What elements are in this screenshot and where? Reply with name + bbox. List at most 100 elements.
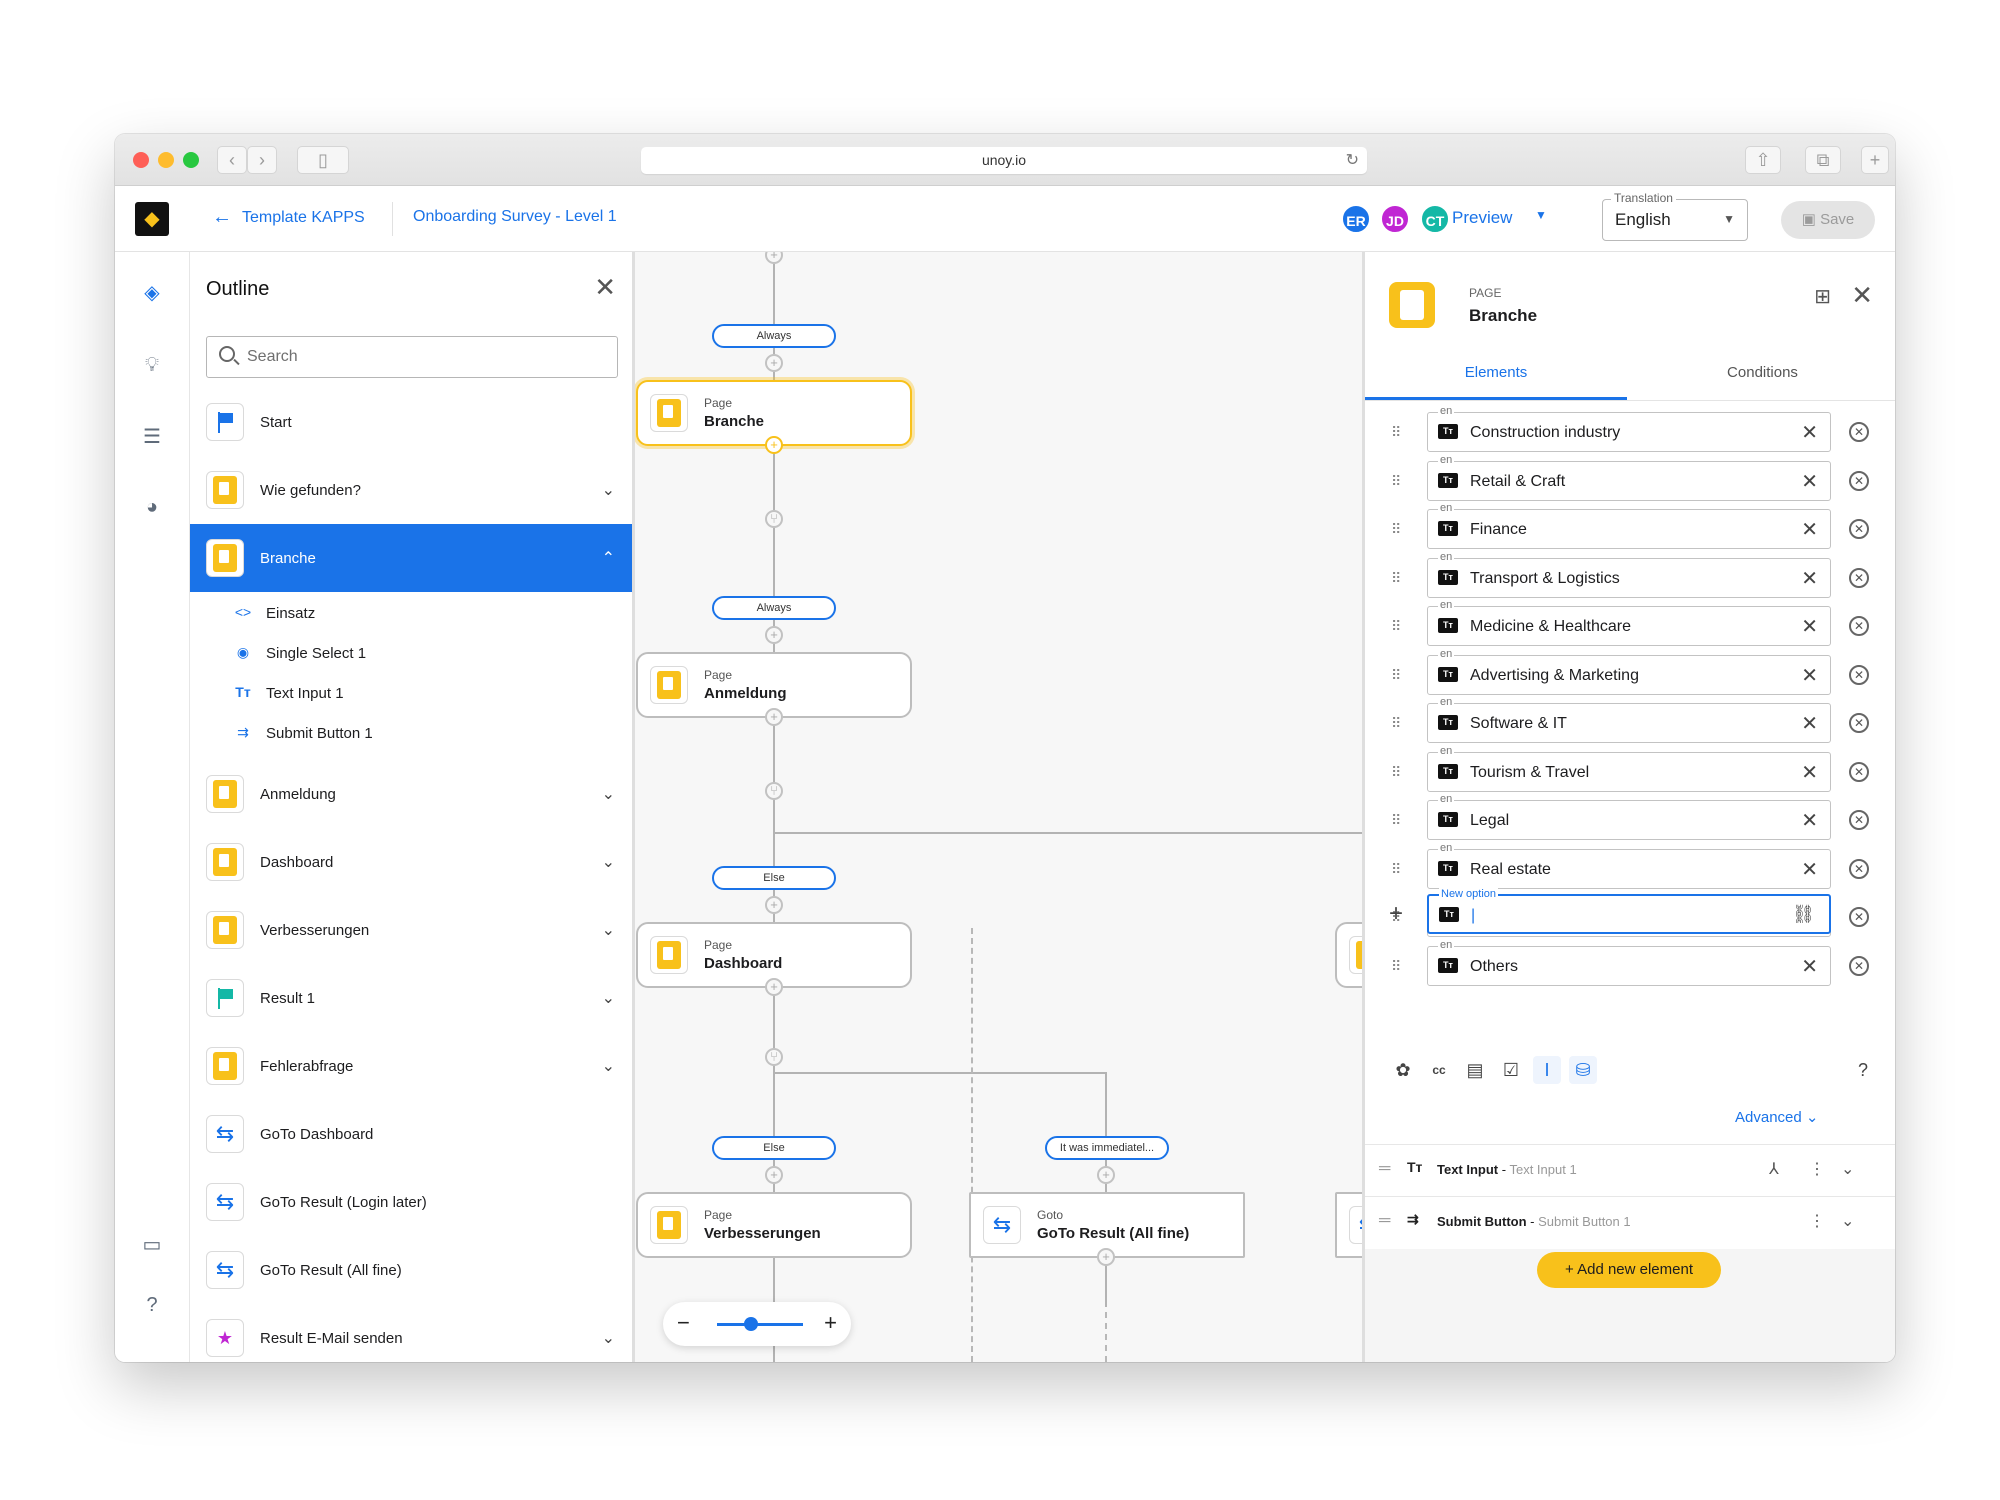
- browser-back-button[interactable]: ‹: [217, 146, 247, 174]
- chevron-down-icon[interactable]: ⌄: [1841, 1211, 1854, 1231]
- condition-pill[interactable]: Else: [712, 866, 836, 890]
- remove-option-icon[interactable]: ✕: [1849, 471, 1869, 491]
- clear-icon[interactable]: ✕: [1801, 954, 1818, 979]
- more-icon[interactable]: ⋮: [1809, 1159, 1825, 1179]
- chevron-down-icon[interactable]: ⌄: [602, 1056, 615, 1076]
- outline-item-result-1[interactable]: Result 1 ⌄: [190, 964, 632, 1032]
- layout-icon[interactable]: ⊞: [1814, 284, 1831, 309]
- close-icon[interactable]: ✕: [594, 272, 616, 303]
- condition-pill[interactable]: Always: [712, 324, 836, 348]
- add-step-icon[interactable]: +: [765, 896, 783, 914]
- zoom-window-button[interactable]: [183, 152, 199, 168]
- address-bar[interactable]: unoy.io ↻: [641, 147, 1367, 174]
- clear-icon[interactable]: ✕: [1801, 663, 1818, 688]
- branch-icon[interactable]: ⑂: [765, 1048, 783, 1066]
- remove-option-icon[interactable]: ✕: [1849, 665, 1869, 685]
- outline-subitem-einsatz[interactable]: <> Einsatz: [190, 594, 632, 634]
- clear-icon[interactable]: ✕: [1801, 566, 1818, 591]
- chevron-down-icon[interactable]: ⌄: [602, 1328, 615, 1348]
- chevron-down-icon[interactable]: ⌄: [602, 920, 615, 940]
- clear-icon[interactable]: ✕: [1801, 469, 1818, 494]
- outline-item-branche[interactable]: Branche ⌃: [190, 524, 632, 592]
- outline-item-anmeldung[interactable]: Anmeldung ⌄: [190, 760, 632, 828]
- minimize-window-button[interactable]: [158, 152, 174, 168]
- zoom-out-button[interactable]: −: [677, 1310, 690, 1336]
- browser-forward-button[interactable]: ›: [247, 146, 277, 174]
- link-icon[interactable]: ⛓: [1792, 904, 1815, 925]
- outline-subitem-submit-button[interactable]: ⇉ Submit Button 1: [190, 714, 632, 754]
- option-input[interactable]: en Tт Medicine & Healthcare ✕: [1427, 599, 1831, 646]
- drag-handle-icon[interactable]: ⠿: [1391, 473, 1402, 490]
- remove-option-icon[interactable]: ✕: [1849, 762, 1869, 782]
- outline-item-goto-result-login-later[interactable]: ⇆ GoTo Result (Login later): [190, 1168, 632, 1236]
- text-cursor-icon[interactable]: I: [1533, 1056, 1561, 1084]
- branch-icon[interactable]: ⅄: [1769, 1159, 1779, 1179]
- clear-icon[interactable]: ✕: [1801, 420, 1818, 445]
- close-icon[interactable]: ✕: [1851, 280, 1873, 311]
- avatar[interactable]: JD: [1380, 204, 1410, 234]
- add-step-icon[interactable]: +: [1097, 1248, 1115, 1266]
- new-tab-icon[interactable]: +: [1861, 146, 1889, 174]
- flow-node-offscreen[interactable]: [1335, 922, 1362, 988]
- chevron-down-icon[interactable]: ⌄: [602, 852, 615, 872]
- help-icon[interactable]: ?: [137, 1290, 167, 1320]
- chevron-down-icon[interactable]: ⌄: [1841, 1159, 1854, 1179]
- clear-icon[interactable]: ✕: [1801, 711, 1818, 736]
- tabs-overview-icon[interactable]: ⧉: [1805, 146, 1841, 174]
- option-input[interactable]: en Tт Software & IT ✕: [1427, 696, 1831, 743]
- clear-icon[interactable]: ✕: [1801, 614, 1818, 639]
- remove-option-icon[interactable]: ✕: [1849, 956, 1869, 976]
- add-step-icon[interactable]: +: [1097, 1166, 1115, 1184]
- outline-item-wie-gefunden[interactable]: Wie gefunden? ⌄: [190, 456, 632, 524]
- branch-icon[interactable]: ⑂: [765, 782, 783, 800]
- add-step-icon[interactable]: +: [765, 1166, 783, 1184]
- option-input[interactable]: en Tт Real estate ✕: [1427, 842, 1831, 889]
- translation-select[interactable]: Translation English ▼: [1602, 191, 1748, 241]
- clear-icon[interactable]: ✕: [1801, 808, 1818, 833]
- back-to-template-link[interactable]: ← Template KAPPS: [212, 206, 365, 229]
- unoy-logo[interactable]: ◆: [135, 202, 169, 236]
- help-icon[interactable]: ?: [1849, 1056, 1877, 1084]
- database-icon[interactable]: ⛁: [1569, 1056, 1597, 1084]
- zoom-in-button[interactable]: +: [824, 1310, 837, 1336]
- remove-option-icon[interactable]: ✕: [1849, 422, 1869, 442]
- element-row-text-input[interactable]: ═ Tт Text Input - Text Input 1 ⅄ ⋮ ⌄: [1365, 1144, 1895, 1196]
- option-input[interactable]: en Tт Tourism & Travel ✕: [1427, 745, 1831, 792]
- remove-option-icon[interactable]: ✕: [1849, 810, 1869, 830]
- clear-icon[interactable]: ✕: [1801, 857, 1818, 882]
- flow-node-verbesserungen[interactable]: Page Verbesserungen: [636, 1192, 912, 1258]
- zoom-slider-thumb[interactable]: [744, 1317, 759, 1331]
- add-step-icon[interactable]: +: [765, 978, 783, 996]
- document-icon[interactable]: ▤: [1461, 1056, 1489, 1084]
- add-step-icon[interactable]: +: [765, 626, 783, 644]
- remove-option-icon[interactable]: ✕: [1849, 568, 1869, 588]
- outline-item-result-email[interactable]: ★ Result E-Mail senden ⌄: [190, 1304, 632, 1362]
- checkbox-icon[interactable]: ☑: [1497, 1056, 1525, 1084]
- add-step-icon[interactable]: +: [765, 354, 783, 372]
- share-icon[interactable]: ⇧: [1745, 146, 1781, 174]
- drag-handle-icon[interactable]: ⠿: [1391, 521, 1402, 538]
- add-step-icon[interactable]: +: [765, 436, 783, 454]
- drag-handle-icon[interactable]: ⠿: [1391, 618, 1402, 635]
- save-button[interactable]: ▣ Save: [1781, 201, 1875, 239]
- branch-icon[interactable]: ⑂: [765, 510, 783, 528]
- outline-item-goto-dashboard[interactable]: ⇆ GoTo Dashboard: [190, 1100, 632, 1168]
- add-option-icon[interactable]: +: [1389, 900, 1403, 928]
- zoom-slider-track[interactable]: [717, 1323, 803, 1326]
- drag-handle-icon[interactable]: ⠿: [1391, 570, 1402, 587]
- outline-item-start[interactable]: Start: [190, 388, 632, 456]
- drag-handle-icon[interactable]: ⠿: [1391, 424, 1402, 441]
- advanced-toggle[interactable]: Advanced ⌄: [1735, 1108, 1818, 1126]
- option-input[interactable]: en Tт Finance ✕: [1427, 502, 1831, 549]
- sidebar-toggle-icon[interactable]: ▯: [297, 146, 349, 174]
- option-input[interactable]: en Tт Construction industry ✕: [1427, 405, 1831, 452]
- option-input[interactable]: en Tт Others ✕: [1427, 939, 1831, 986]
- avatar[interactable]: ER: [1341, 204, 1371, 234]
- drag-handle-icon[interactable]: ⠿: [1391, 812, 1402, 829]
- condition-pill[interactable]: Always: [712, 596, 836, 620]
- add-step-icon[interactable]: +: [765, 708, 783, 726]
- caption-icon[interactable]: cc: [1425, 1056, 1453, 1084]
- drag-handle-icon[interactable]: ═: [1379, 1160, 1390, 1178]
- drag-handle-icon[interactable]: ⠿: [1391, 764, 1402, 781]
- tab-conditions[interactable]: Conditions: [1627, 364, 1895, 400]
